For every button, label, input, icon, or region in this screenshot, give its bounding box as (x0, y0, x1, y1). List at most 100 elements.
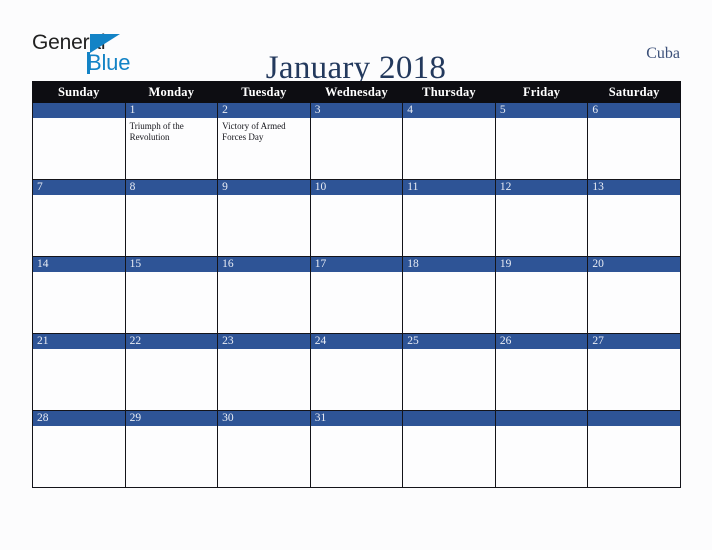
day-number: 2 (218, 103, 310, 118)
calendar-day-cell-empty[interactable] (32, 102, 126, 180)
calendar-day-cell-empty[interactable] (587, 410, 681, 488)
day-cell-inner: 23 (218, 334, 310, 410)
calendar-day-cell[interactable]: 22 (124, 333, 219, 411)
day-cell-inner: 5 (495, 103, 588, 179)
calendar-day-cell[interactable]: 10 (309, 179, 404, 257)
calendar-day-cell[interactable]: 28 (32, 410, 126, 488)
calendar-day-cell[interactable]: 9 (217, 179, 311, 257)
calendar-day-cell[interactable]: 30 (217, 410, 311, 488)
day-cell-inner: 22 (125, 334, 218, 410)
calendar-day-cell[interactable]: 6 (587, 102, 681, 180)
calendar-day-cell[interactable]: 4 (402, 102, 496, 180)
calendar-day-cell[interactable]: 12 (494, 179, 589, 257)
calendar-day-cell[interactable]: 16 (217, 256, 311, 334)
calendar-week-row: 28 29 30 31 (32, 410, 681, 488)
day-number: 3 (310, 103, 403, 118)
calendar-day-cell[interactable]: 27 (587, 333, 681, 411)
day-cell-inner: 17 (310, 257, 403, 333)
weekday-header-friday: Friday (494, 81, 589, 103)
weekday-header-sunday: Sunday (32, 81, 126, 103)
calendar-day-cell[interactable]: 2 Victory of Armed Forces Day (217, 102, 311, 180)
weekday-header-wednesday: Wednesday (309, 81, 404, 103)
day-number: 25 (403, 334, 495, 349)
calendar-day-cell[interactable]: 21 (32, 333, 126, 411)
calendar-day-cell[interactable]: 17 (309, 256, 404, 334)
day-cell-inner: 28 (33, 411, 125, 487)
calendar-week-row: 7 8 9 10 11 12 13 (32, 179, 681, 257)
day-cell-inner: 30 (218, 411, 310, 487)
calendar-day-cell[interactable]: 11 (402, 179, 496, 257)
day-cell-inner: 15 (125, 257, 218, 333)
calendar-header-row-group: Sunday Monday Tuesday Wednesday Thursday Frid… (32, 81, 681, 103)
day-number: 15 (125, 257, 218, 272)
holiday-event: Victory of Armed Forces Day (222, 121, 286, 142)
weekday-header-row: Sunday Monday Tuesday Wednesday Thursday Frid… (32, 81, 681, 103)
weekday-header-tuesday: Tuesday (217, 81, 311, 103)
calendar-day-cell[interactable]: 5 (494, 102, 589, 180)
calendar-day-cell[interactable]: 13 (587, 179, 681, 257)
calendar-week-row: 1 Triumph of the Revolution 2 Victory of Ar… (32, 102, 681, 180)
day-cell-inner: 20 (588, 257, 680, 333)
calendar-day-cell[interactable]: 7 (32, 179, 126, 257)
day-cell-inner: 1 Triumph of the Revolution (125, 103, 218, 179)
calendar-day-cell[interactable]: 3 (309, 102, 404, 180)
weekday-header-thursday: Thursday (402, 81, 496, 103)
day-cell-inner: 7 (33, 180, 125, 256)
calendar-day-cell[interactable]: 1 Triumph of the Revolution (124, 102, 219, 180)
day-number: 7 (33, 180, 125, 195)
day-cell-inner: 14 (33, 257, 125, 333)
calendar-body: 1 Triumph of the Revolution 2 Victory of Ar… (32, 102, 681, 488)
day-cell-inner: 31 (310, 411, 403, 487)
day-number: 28 (33, 411, 125, 426)
day-cell-inner: 13 (588, 180, 680, 256)
day-cell-inner: 29 (125, 411, 218, 487)
calendar-day-cell[interactable]: 24 (309, 333, 404, 411)
day-number: 30 (218, 411, 310, 426)
day-cell-inner: 12 (495, 180, 588, 256)
calendar-day-cell[interactable]: 23 (217, 333, 311, 411)
calendar-grid: Sunday Monday Tuesday Wednesday Thursday Frid… (32, 81, 681, 488)
day-cell-inner: 8 (125, 180, 218, 256)
day-number: 23 (218, 334, 310, 349)
day-number: 20 (588, 257, 680, 272)
day-number: 8 (125, 180, 218, 195)
day-cell-inner: 27 (588, 334, 680, 410)
calendar-day-cell-empty[interactable] (494, 410, 589, 488)
event-list: Victory of Armed Forces Day (218, 118, 310, 142)
calendar-day-cell[interactable]: 29 (124, 410, 219, 488)
day-cell-inner (588, 411, 680, 487)
day-number: 11 (403, 180, 495, 195)
calendar-day-cell[interactable]: 20 (587, 256, 681, 334)
calendar-day-cell-empty[interactable] (402, 410, 496, 488)
calendar-day-cell[interactable]: 18 (402, 256, 496, 334)
calendar-week-row: 14 15 16 17 18 19 20 (32, 256, 681, 334)
day-cell-inner: 10 (310, 180, 403, 256)
day-cell-inner: 18 (403, 257, 495, 333)
calendar-day-cell[interactable]: 25 (402, 333, 496, 411)
day-number: 9 (218, 180, 310, 195)
calendar-day-cell[interactable]: 14 (32, 256, 126, 334)
day-number: 18 (403, 257, 495, 272)
weekday-header-saturday: Saturday (587, 81, 681, 103)
day-number: 31 (310, 411, 403, 426)
day-cell-inner: 6 (588, 103, 680, 179)
event-list: Triumph of the Revolution (126, 118, 218, 142)
calendar-day-cell[interactable]: 19 (494, 256, 589, 334)
day-number: 17 (310, 257, 403, 272)
calendar-day-cell[interactable]: 15 (124, 256, 219, 334)
day-cell-inner: 25 (403, 334, 495, 410)
day-number: 4 (403, 103, 495, 118)
day-number (33, 103, 125, 118)
day-cell-inner: 3 (310, 103, 403, 179)
calendar-day-cell[interactable]: 8 (124, 179, 219, 257)
day-number: 1 (125, 103, 218, 118)
day-cell-inner: 26 (495, 334, 588, 410)
calendar-day-cell[interactable]: 31 (309, 410, 404, 488)
day-cell-inner: 21 (33, 334, 125, 410)
day-cell-inner: 2 Victory of Armed Forces Day (218, 103, 310, 179)
day-number: 6 (588, 103, 680, 118)
day-cell-inner (495, 411, 588, 487)
day-number: 12 (495, 180, 588, 195)
calendar-day-cell[interactable]: 26 (494, 333, 589, 411)
country-label: Cuba (646, 45, 680, 62)
